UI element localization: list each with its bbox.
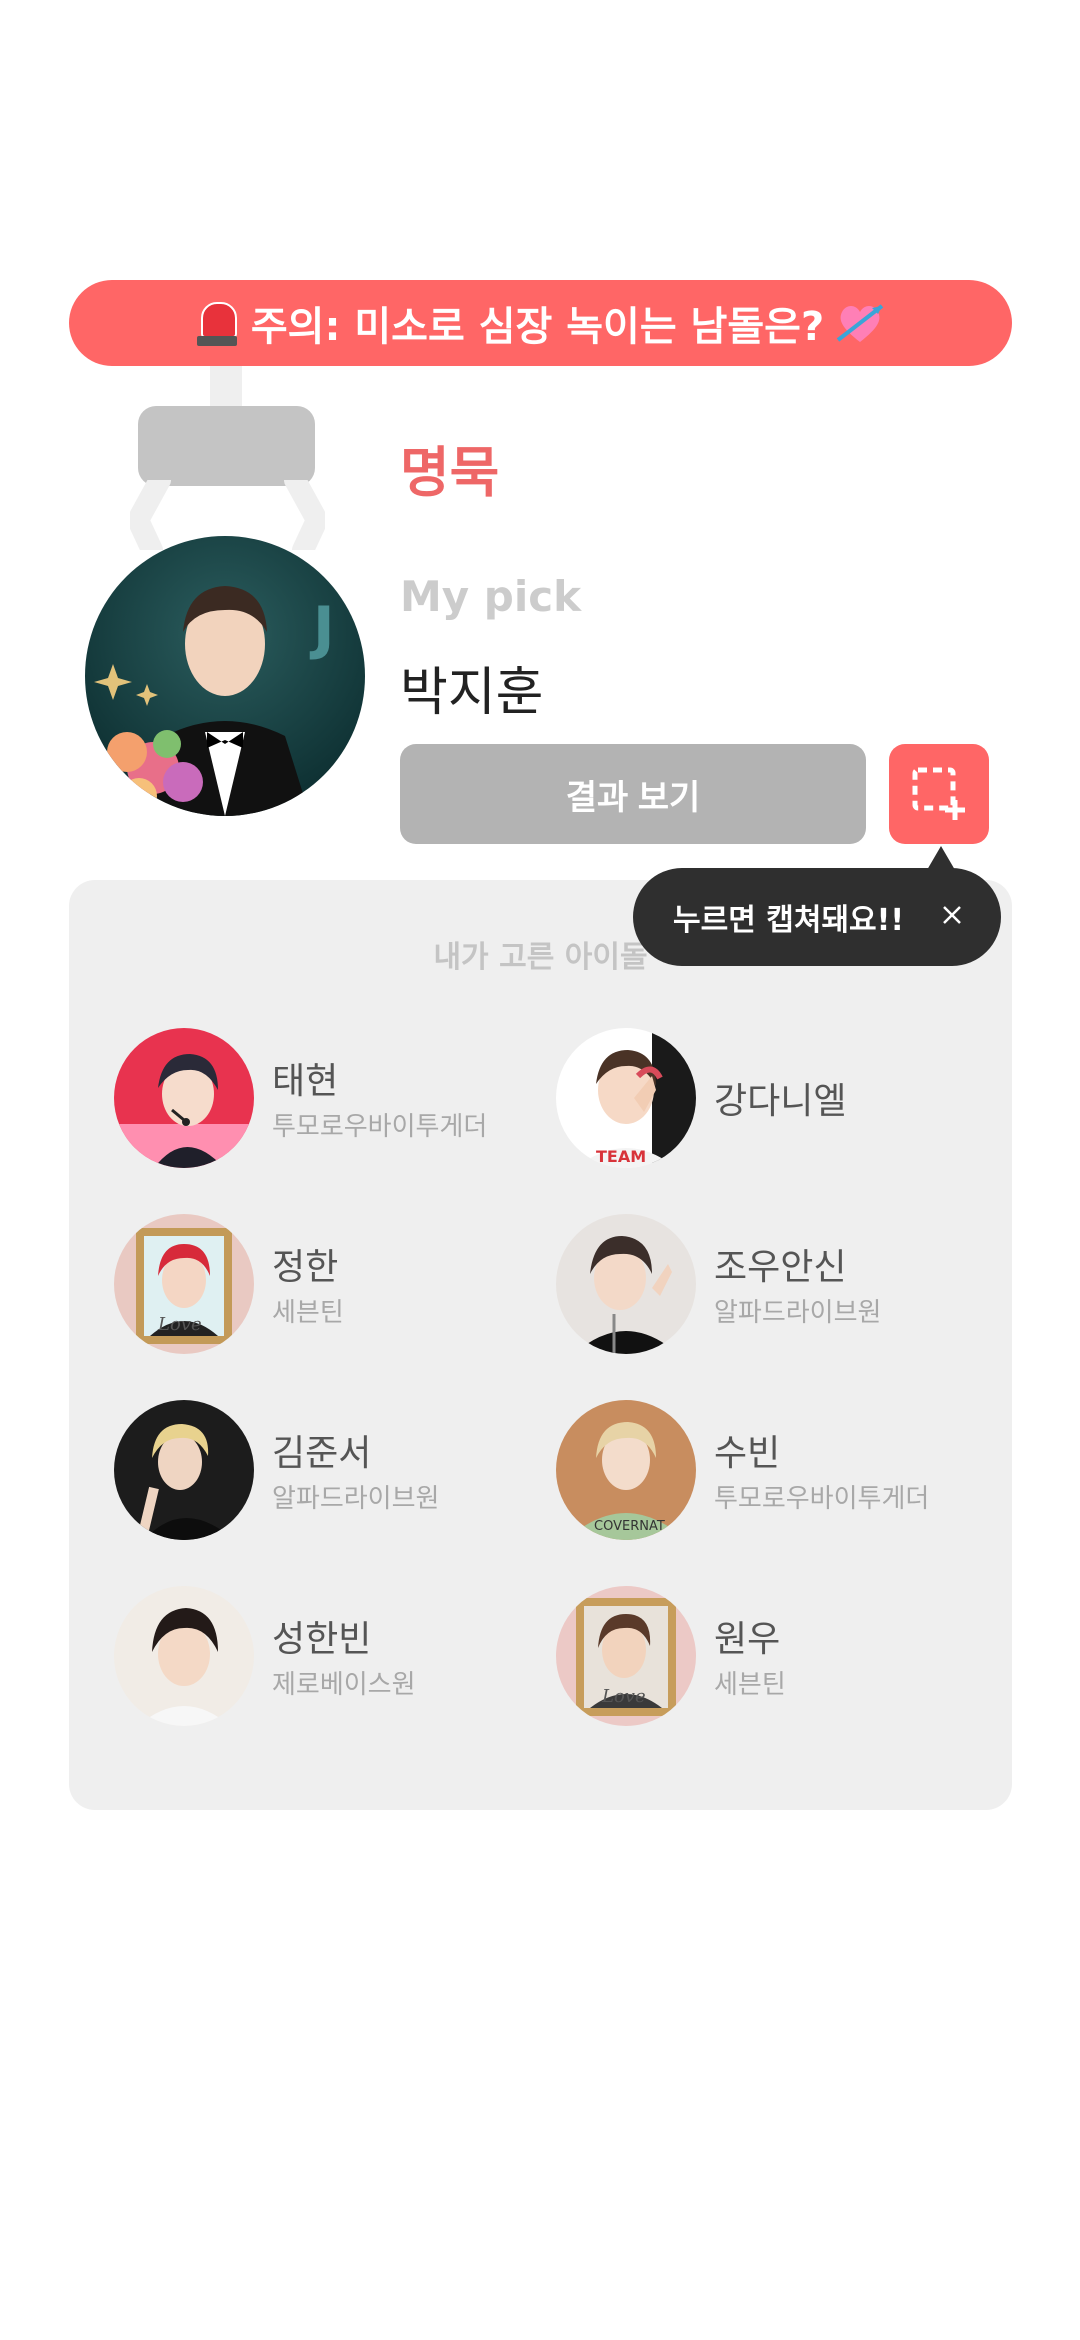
avatar bbox=[556, 1214, 696, 1354]
my-pick-photo: J bbox=[85, 536, 365, 816]
list-item[interactable]: 조우안신 알파드라이브원 bbox=[556, 1214, 976, 1354]
svg-text:Love: Love bbox=[157, 1314, 202, 1335]
view-result-button[interactable]: 결과 보기 bbox=[400, 744, 866, 844]
heart-arrow-icon bbox=[836, 300, 884, 346]
tooltip-pointer bbox=[927, 846, 955, 870]
svg-text:TEAM: TEAM bbox=[596, 1147, 646, 1166]
idol-group: 세븐틴 bbox=[714, 1670, 786, 1700]
avatar: COVERNAT bbox=[556, 1400, 696, 1540]
close-icon[interactable] bbox=[937, 900, 967, 930]
tooltip-text: 누르면 캡쳐돼요!! bbox=[673, 903, 905, 938]
idol-name: 성한빈 bbox=[272, 1619, 372, 1660]
title-banner: 주의: 미소로 심장 녹이는 남돌은? bbox=[69, 280, 1012, 366]
banner-text: 주의: 미소로 심장 녹이는 남돌은? bbox=[250, 304, 825, 350]
my-pick-name: 박지훈 bbox=[400, 663, 544, 723]
list-item[interactable]: 김준서 알파드라이브원 bbox=[114, 1400, 534, 1540]
chosen-idols-card: 내가 고른 아이돌 태현 투모로우바이투게더 TEAM 강다니엘 Love 정한… bbox=[69, 880, 1012, 1810]
avatar bbox=[114, 1586, 254, 1726]
result-type-label: 명묵 bbox=[400, 441, 500, 504]
idol-name: 수빈 bbox=[714, 1433, 781, 1474]
capture-tooltip: 누르면 캡쳐돼요!! bbox=[633, 868, 1001, 966]
idol-name: 정한 bbox=[272, 1247, 339, 1288]
svg-text:Love: Love bbox=[601, 1686, 646, 1707]
idol-group: 투모로우바이투게더 bbox=[714, 1484, 930, 1514]
list-item[interactable]: Love 정한 세븐틴 bbox=[114, 1214, 534, 1354]
idol-group: 알파드라이브원 bbox=[714, 1298, 882, 1328]
siren-icon bbox=[196, 300, 237, 346]
list-item[interactable]: 성한빈 제로베이스원 bbox=[114, 1586, 534, 1726]
list-item[interactable]: COVERNAT 수빈 투모로우바이투게더 bbox=[556, 1400, 976, 1540]
list-item[interactable]: TEAM 강다니엘 bbox=[556, 1028, 976, 1168]
idol-name: 원우 bbox=[714, 1619, 781, 1660]
svg-text:J: J bbox=[309, 594, 335, 662]
list-item[interactable]: Love 원우 세븐틴 bbox=[556, 1586, 976, 1726]
idol-group: 알파드라이브원 bbox=[272, 1484, 440, 1514]
list-item[interactable]: 태현 투모로우바이투게더 bbox=[114, 1028, 534, 1168]
avatar bbox=[114, 1028, 254, 1168]
avatar bbox=[114, 1400, 254, 1540]
capture-button[interactable] bbox=[889, 744, 989, 844]
avatar: TEAM bbox=[556, 1028, 696, 1168]
idol-name: 조우안신 bbox=[714, 1247, 847, 1288]
my-pick-label: My pick bbox=[400, 572, 582, 621]
idol-group: 제로베이스원 bbox=[272, 1670, 416, 1700]
idol-group: 투모로우바이투게더 bbox=[272, 1112, 488, 1142]
avatar: Love bbox=[114, 1214, 254, 1354]
screen-capture-icon bbox=[912, 767, 965, 820]
avatar: Love bbox=[556, 1586, 696, 1726]
svg-text:COVERNAT: COVERNAT bbox=[594, 1519, 665, 1534]
idol-name: 태현 bbox=[272, 1061, 339, 1102]
claw-head bbox=[138, 406, 315, 486]
idol-group: 세븐틴 bbox=[272, 1298, 344, 1328]
idol-name: 김준서 bbox=[272, 1433, 372, 1474]
idol-name: 강다니엘 bbox=[714, 1081, 847, 1122]
